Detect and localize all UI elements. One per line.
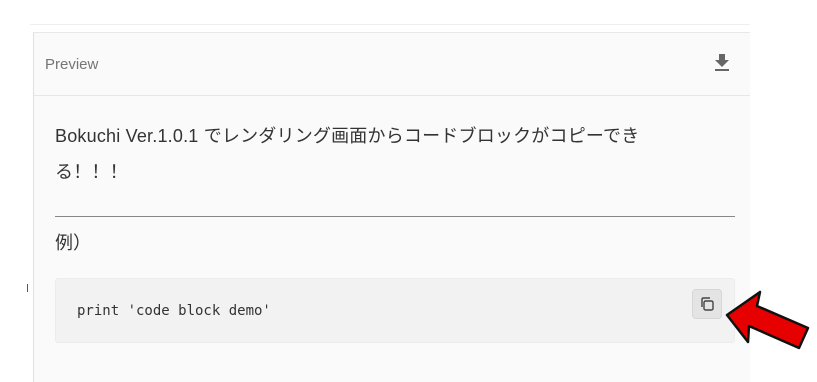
code-text: print 'code block demo' xyxy=(77,303,271,319)
paragraph-line-1: Bokuchi Ver.1.0.1 でレンダリング画面からコードブロックがコピー… xyxy=(55,126,640,146)
left-edge xyxy=(0,0,30,382)
copy-icon xyxy=(701,297,714,311)
preview-paragraph: Bokuchi Ver.1.0.1 でレンダリング画面からコードブロックがコピー… xyxy=(55,118,735,190)
page: Preview Bokuchi Ver.1.0.1 でレンダリング画面からコード… xyxy=(0,0,817,382)
red-arrow-icon xyxy=(725,290,810,350)
example-label: 例） xyxy=(55,233,91,253)
preview-header: Preview xyxy=(34,33,750,96)
copy-button[interactable] xyxy=(692,289,722,319)
horizontal-rule xyxy=(55,216,735,217)
paragraph-line-2: る！！！ xyxy=(55,162,128,182)
download-icon xyxy=(715,54,729,71)
top-divider xyxy=(30,24,750,25)
download-button[interactable] xyxy=(710,51,734,75)
preview-title: Preview xyxy=(45,56,99,73)
preview-panel: Preview Bokuchi Ver.1.0.1 でレンダリング画面からコード… xyxy=(33,32,750,382)
code-block: print 'code block demo' xyxy=(55,278,735,343)
left-edge-tick xyxy=(27,284,28,292)
